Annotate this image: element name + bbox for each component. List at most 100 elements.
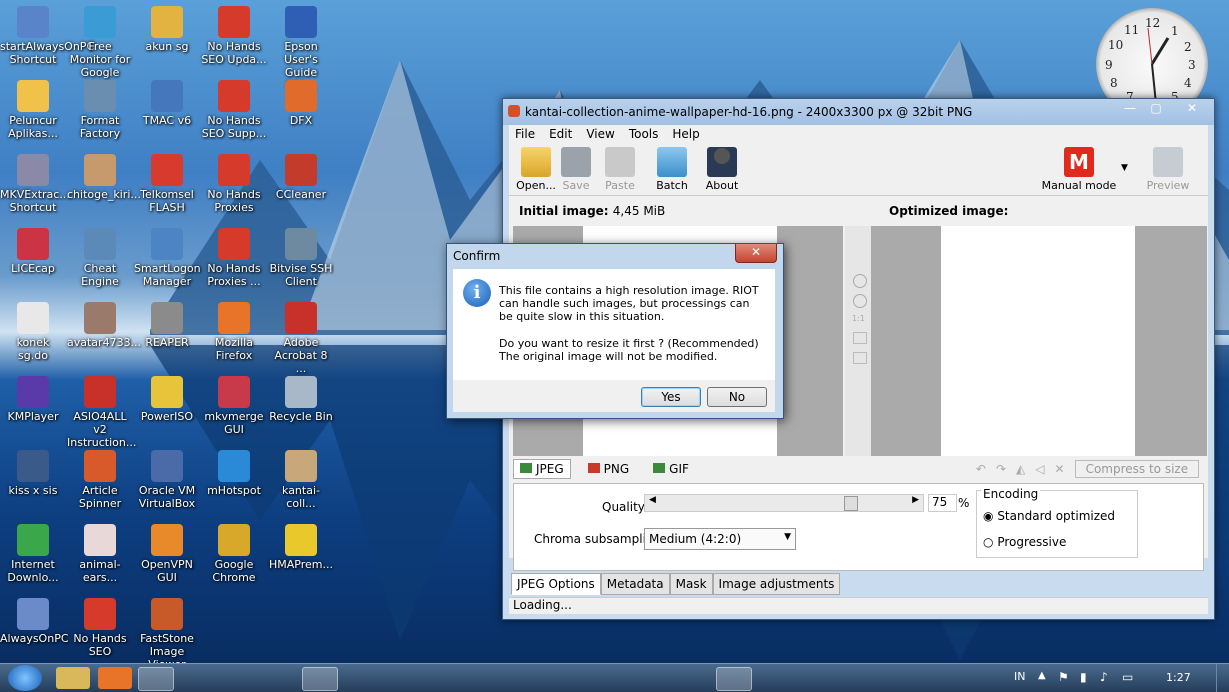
desktop-icon[interactable]: No Hands Proxies bbox=[201, 154, 267, 214]
taskbar-app15-icon[interactable] bbox=[634, 667, 668, 689]
preview-button[interactable]: Preview bbox=[1145, 147, 1191, 192]
clock-time[interactable]: 1:27 bbox=[1166, 671, 1191, 684]
desktop-icon[interactable]: animal-ears... bbox=[67, 524, 133, 584]
zoom-out-icon[interactable] bbox=[853, 294, 867, 308]
taskbar-notepad-icon[interactable] bbox=[302, 667, 338, 691]
batch-button[interactable]: Batch bbox=[649, 147, 695, 192]
desktop-icon[interactable]: Bitvise SSH Client bbox=[268, 228, 334, 288]
desktop-icon[interactable]: No Hands SEO bbox=[67, 598, 133, 658]
compress-to-size-button[interactable]: Compress to size bbox=[1074, 460, 1200, 478]
start-button[interactable] bbox=[8, 665, 42, 691]
taskbar-app6-icon[interactable] bbox=[262, 667, 296, 689]
desktop-icon[interactable]: No Hands Proxies ... bbox=[201, 228, 267, 288]
desktop-icon[interactable]: Free Monitor for Google bbox=[67, 6, 133, 79]
desktop-icon[interactable]: startAlwaysOnPC Shortcut bbox=[0, 6, 94, 66]
desktop-icon[interactable]: DFX bbox=[268, 80, 334, 127]
tab-gif[interactable]: GIF bbox=[646, 459, 696, 479]
radio-standard-optimized[interactable]: ◉ Standard optimized bbox=[983, 509, 1115, 523]
no-button[interactable]: No bbox=[707, 387, 767, 407]
dialog-close-button[interactable]: ✕ bbox=[735, 244, 777, 263]
desktop-icon[interactable]: KMPlayer bbox=[0, 376, 66, 423]
tab-image-adjustments[interactable]: Image adjustments bbox=[712, 573, 841, 595]
menu-help[interactable]: Help bbox=[672, 127, 699, 141]
volume-icon[interactable]: ♪ bbox=[1100, 670, 1108, 684]
desktop-icon[interactable]: Article Spinner bbox=[67, 450, 133, 510]
tray-usb-icon[interactable]: ▮ bbox=[1080, 670, 1087, 684]
desktop-icon[interactable]: konek sg.do bbox=[0, 302, 66, 362]
desktop-icon[interactable]: chitoge_kiri... bbox=[67, 154, 141, 201]
fit-window-icon[interactable] bbox=[853, 332, 867, 344]
taskbar-app8-icon[interactable] bbox=[344, 667, 378, 689]
desktop-icon[interactable]: HMAPrem... bbox=[268, 524, 334, 571]
menu-file[interactable]: File bbox=[515, 127, 535, 141]
desktop-icon[interactable]: No Hands SEO Upda... bbox=[201, 6, 267, 66]
minimize-button[interactable]: — bbox=[1117, 99, 1143, 117]
desktop-icon[interactable]: AlwaysOnPC bbox=[0, 598, 69, 645]
taskbar-explorer-icon[interactable] bbox=[56, 667, 90, 689]
quality-slider[interactable]: ◀ ▶ bbox=[644, 494, 924, 512]
desktop-icon[interactable]: Cheat Engine bbox=[67, 228, 133, 288]
desktop-icon[interactable]: Internet Downlo... bbox=[0, 524, 66, 584]
network-icon[interactable]: ▭ bbox=[1122, 670, 1133, 684]
slider-right-arrow-icon[interactable]: ▶ bbox=[912, 495, 919, 505]
desktop-icon[interactable]: Telkomsel FLASH bbox=[134, 154, 200, 214]
taskbar-app16-icon[interactable] bbox=[676, 667, 710, 689]
flip-vertical-icon[interactable]: ◁ bbox=[1035, 462, 1044, 476]
action-center-icon[interactable]: ⚑ bbox=[1058, 670, 1069, 684]
desktop-icon[interactable]: ASIO4ALL v2 Instruction... bbox=[67, 376, 136, 449]
desktop-icon[interactable]: Google Chrome bbox=[201, 524, 267, 584]
rotate-left-icon[interactable]: ↶ bbox=[976, 462, 986, 476]
optimized-image-preview[interactable] bbox=[871, 226, 1207, 456]
desktop-icon[interactable]: Mozilla Firefox bbox=[201, 302, 267, 362]
yes-button[interactable]: Yes bbox=[641, 387, 701, 407]
menu-tools[interactable]: Tools bbox=[629, 127, 659, 141]
desktop-icon[interactable]: PowerISO bbox=[134, 376, 200, 423]
taskbar-app12-icon[interactable] bbox=[510, 667, 544, 689]
flip-horizontal-icon[interactable]: ◭ bbox=[1016, 462, 1025, 476]
tray-expand-icon[interactable]: ▲ bbox=[1038, 670, 1046, 681]
dialog-titlebar[interactable]: Confirm bbox=[447, 244, 783, 268]
tab-metadata[interactable]: Metadata bbox=[600, 573, 670, 595]
language-indicator[interactable]: IN bbox=[1014, 670, 1025, 683]
desktop-icon[interactable]: avatar4733... bbox=[67, 302, 141, 349]
tab-jpeg-options[interactable]: JPEG Options bbox=[511, 573, 601, 595]
taskbar-app14-icon[interactable] bbox=[594, 667, 628, 689]
rotate-right-icon[interactable]: ↷ bbox=[996, 462, 1006, 476]
menu-view[interactable]: View bbox=[586, 127, 614, 141]
quality-slider-thumb[interactable] bbox=[843, 496, 858, 511]
desktop-icon[interactable]: mkvmerge GUI bbox=[201, 376, 267, 436]
compare-icon[interactable] bbox=[853, 352, 867, 364]
chroma-select[interactable]: Medium (4:2:0) ▼ bbox=[644, 528, 796, 550]
taskbar-app9-icon[interactable] bbox=[386, 667, 420, 689]
desktop-icon[interactable]: kiss x sis bbox=[0, 450, 66, 497]
radio-progressive[interactable]: ○ Progressive bbox=[983, 535, 1066, 549]
desktop-icon[interactable]: SmartLogon Manager bbox=[134, 228, 201, 288]
desktop-icon[interactable]: FastStone Image Viewer bbox=[134, 598, 200, 671]
zoom-in-icon[interactable] bbox=[853, 274, 867, 288]
taskbar-chrome-icon[interactable] bbox=[138, 667, 174, 691]
desktop-icon[interactable]: MKVExtrac... Shortcut bbox=[0, 154, 70, 214]
tab-png[interactable]: PNG bbox=[581, 459, 637, 479]
desktop-icon[interactable]: TMAC v6 bbox=[134, 80, 200, 127]
taskbar-app5-icon[interactable] bbox=[222, 667, 256, 689]
desktop-icon[interactable]: Adobe Acrobat 8 ... bbox=[268, 302, 334, 375]
desktop-icon[interactable]: kantai-coll... bbox=[268, 450, 334, 510]
taskbar-app13-icon[interactable] bbox=[552, 667, 586, 689]
taskbar-app11-icon[interactable] bbox=[470, 667, 504, 689]
confirm-dialog[interactable]: Confirm ✕ i This file contains a high re… bbox=[446, 243, 784, 419]
desktop-icon[interactable]: Recycle Bin bbox=[268, 376, 334, 423]
desktop-icon[interactable]: CCleaner bbox=[268, 154, 334, 201]
about-button[interactable]: About bbox=[699, 147, 745, 192]
desktop-icon[interactable]: Oracle VM VirtualBox bbox=[134, 450, 200, 510]
slider-left-arrow-icon[interactable]: ◀ bbox=[649, 495, 656, 505]
taskbar-app4-icon[interactable] bbox=[180, 667, 214, 689]
maximize-button[interactable]: ▢ bbox=[1143, 99, 1169, 117]
taskbar-riot-icon[interactable] bbox=[716, 667, 752, 691]
desktop-icon[interactable]: LICEcap bbox=[0, 228, 66, 275]
tab-mask[interactable]: Mask bbox=[669, 573, 713, 595]
close-button[interactable]: ✕ bbox=[1175, 99, 1209, 117]
crop-icon[interactable]: ✕ bbox=[1055, 462, 1065, 476]
taskbar-app10-icon[interactable] bbox=[428, 667, 462, 689]
manual-mode-button[interactable]: M Manual mode bbox=[1039, 147, 1119, 192]
paste-button[interactable]: Paste bbox=[597, 147, 643, 192]
